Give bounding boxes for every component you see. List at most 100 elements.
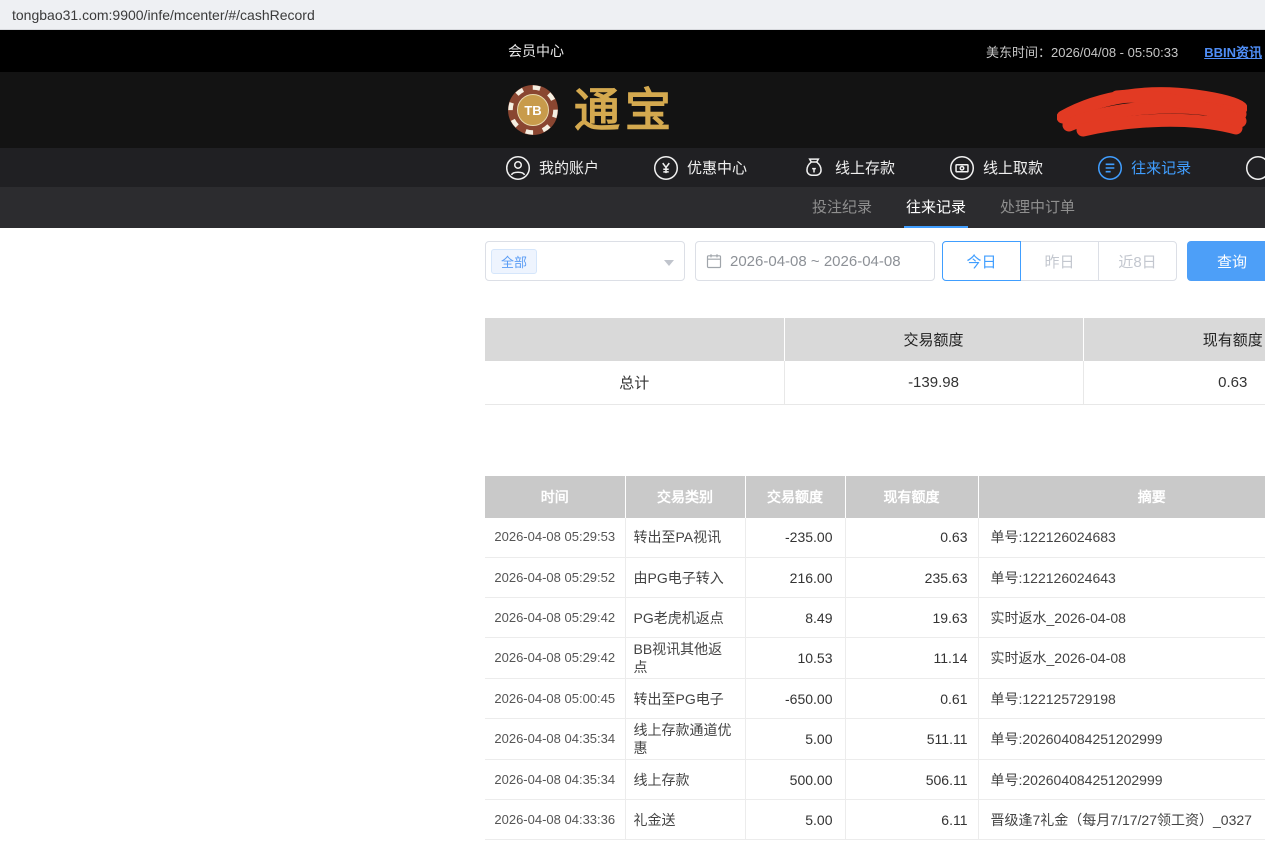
tb-chip-icon: TB — [506, 83, 560, 137]
cell-balance: 19.63 — [845, 598, 978, 638]
date-range-input[interactable]: 2026-04-08 ~ 2026-04-08 — [695, 241, 935, 281]
main-nav: 我的账户 优惠中心 线上存款 线上取款 往来记录 — [0, 148, 1265, 187]
cell-memo: 单号:122126024683 — [978, 518, 1265, 558]
brand-header: TB 通宝 — [0, 72, 1265, 148]
red-scribble-overlay — [1057, 83, 1247, 137]
cell-memo: 晋级逢7礼金（每月7/17/27领工资）_0327 — [978, 800, 1265, 840]
summary-header-blank — [485, 318, 784, 361]
bbin-news-link[interactable]: BBIN资讯 — [1204, 42, 1262, 61]
cell-memo: 实时返水_2026-04-08 — [978, 638, 1265, 679]
cell-type: 转出至PG电子 — [625, 679, 745, 719]
topbar-right: 美东时间：2026/04/08 - 05:50:33 BBIN资讯 — [986, 30, 1262, 72]
cell-balance: 11.14 — [845, 638, 978, 679]
table-row: 2026-04-08 05:29:52 由PG电子转入 216.00 235.6… — [485, 558, 1265, 598]
nav-promotions[interactable]: 优惠中心 — [653, 155, 747, 181]
table-row: 2026-04-08 05:29:42 PG老虎机返点 8.49 19.63 实… — [485, 598, 1265, 638]
cell-time: 2026-04-08 05:29:52 — [485, 558, 625, 598]
nav-online-deposit[interactable]: 线上存款 — [801, 155, 895, 181]
cell-amount: 500.00 — [745, 760, 845, 800]
cell-memo: 单号:202604084251202999 — [978, 760, 1265, 800]
cell-amount: -235.00 — [745, 518, 845, 558]
cell-balance: 0.61 — [845, 679, 978, 719]
calendar-icon — [706, 253, 722, 269]
col-time: 时间 — [485, 476, 625, 518]
summary-total-row: 总计 -139.98 0.63 — [485, 361, 1265, 404]
type-select[interactable]: 全部 — [485, 241, 685, 281]
summary-header-balance: 现有额度 — [1083, 318, 1265, 361]
cell-memo: 实时返水_2026-04-08 — [978, 598, 1265, 638]
cell-amount: 5.00 — [745, 800, 845, 840]
top-info-bar: 会员中心 美东时间：2026/04/08 - 05:50:33 BBIN资讯 — [0, 30, 1265, 72]
nav-cash-records[interactable]: 往来记录 — [1097, 155, 1191, 181]
banknote-icon — [949, 155, 975, 181]
tab-cash-records[interactable]: 往来记录 — [904, 187, 968, 228]
col-balance: 现有额度 — [845, 476, 978, 518]
nav-label: 优惠中心 — [687, 157, 747, 178]
date-range-value: 2026-04-08 ~ 2026-04-08 — [730, 253, 901, 270]
cell-type: 线上存款通道优惠 — [625, 719, 745, 760]
col-type: 交易类别 — [625, 476, 745, 518]
moneybag-icon — [801, 155, 827, 181]
table-row: 2026-04-08 05:00:45 转出至PG电子 -650.00 0.61… — [485, 679, 1265, 719]
summary-header-row: 交易额度 现有额度 — [485, 318, 1265, 361]
tab-label: 往来记录 — [906, 196, 966, 217]
cell-amount: 8.49 — [745, 598, 845, 638]
cell-balance: 511.11 — [845, 719, 978, 760]
nav-label: 线上存款 — [835, 157, 895, 178]
query-button[interactable]: 查询 — [1187, 241, 1265, 281]
cell-time: 2026-04-08 04:35:34 — [485, 719, 625, 760]
cell-balance: 0.63 — [845, 518, 978, 558]
table-row: 2026-04-08 05:29:42 BB视讯其他返点 10.53 11.14… — [485, 638, 1265, 679]
cell-time: 2026-04-08 05:29:42 — [485, 598, 625, 638]
nav-my-account[interactable]: 我的账户 — [505, 155, 599, 181]
tab-label: 处理中订单 — [1000, 196, 1075, 217]
tab-processing-orders[interactable]: 处理中订单 — [998, 187, 1077, 228]
table-row: 2026-04-08 04:35:34 线上存款通道优惠 5.00 511.11… — [485, 719, 1265, 760]
nav-label: 我的账户 — [539, 157, 599, 178]
eastern-time-label: 美东时间：2026/04/08 - 05:50:33 — [986, 42, 1178, 61]
cell-balance: 6.11 — [845, 800, 978, 840]
summary-table: 交易额度 现有额度 总计 -139.98 0.63 — [485, 318, 1265, 405]
summary-header-transaction: 交易额度 — [784, 318, 1083, 361]
cell-type: 线上存款 — [625, 760, 745, 800]
tab-label: 投注纪录 — [812, 196, 872, 217]
today-button[interactable]: 今日 — [942, 241, 1021, 281]
cell-time: 2026-04-08 05:29:42 — [485, 638, 625, 679]
page-url: tongbao31.com:9900/infe/mcenter/#/cashRe… — [12, 7, 315, 23]
records-header-row: 时间 交易类别 交易额度 现有额度 摘要 — [485, 476, 1265, 518]
yesterday-button[interactable]: 昨日 — [1020, 241, 1099, 281]
cell-type: PG老虎机返点 — [625, 598, 745, 638]
cell-memo: 单号:122126024643 — [978, 558, 1265, 598]
logo-text: 通宝 — [574, 87, 676, 133]
chevron-down-icon — [664, 260, 674, 266]
summary-total-label: 总计 — [485, 361, 784, 404]
record-list-icon — [1097, 155, 1123, 181]
summary-total-transaction: -139.98 — [784, 361, 1083, 404]
cell-time: 2026-04-08 05:00:45 — [485, 679, 625, 719]
tab-betting-records[interactable]: 投注纪录 — [810, 187, 874, 228]
type-select-tag[interactable]: 全部 — [491, 249, 537, 274]
col-amount: 交易额度 — [745, 476, 845, 518]
coin-icon — [653, 155, 679, 181]
cell-amount: -650.00 — [745, 679, 845, 719]
content: 全部 2026-04-08 ~ 2026-04-08 今日 昨日 近8日 查询 … — [485, 241, 1265, 840]
cell-type: 由PG电子转入 — [625, 558, 745, 598]
col-memo: 摘要 — [978, 476, 1265, 518]
circle-icon — [1245, 155, 1265, 181]
records-table: 时间 交易类别 交易额度 现有额度 摘要 2026-04-08 05:29:53… — [485, 476, 1265, 841]
site-logo[interactable]: TB 通宝 — [506, 83, 676, 137]
last8days-button[interactable]: 近8日 — [1098, 241, 1177, 281]
quick-range-group: 今日 昨日 近8日 — [942, 241, 1177, 281]
nav-online-withdraw[interactable]: 线上取款 — [949, 155, 1043, 181]
cell-amount: 5.00 — [745, 719, 845, 760]
cell-balance: 506.11 — [845, 760, 978, 800]
nav-partial-item[interactable] — [1245, 155, 1265, 181]
nav-label: 往来记录 — [1131, 157, 1191, 178]
table-row: 2026-04-08 05:29:53 转出至PA视讯 -235.00 0.63… — [485, 518, 1265, 558]
member-center-link[interactable]: 会员中心 — [508, 41, 564, 61]
cell-time: 2026-04-08 04:35:34 — [485, 760, 625, 800]
summary-total-balance: 0.63 — [1083, 361, 1265, 404]
browser-address-bar[interactable]: tongbao31.com:9900/infe/mcenter/#/cashRe… — [0, 0, 1265, 30]
nav-label: 线上取款 — [983, 157, 1043, 178]
user-icon — [505, 155, 531, 181]
